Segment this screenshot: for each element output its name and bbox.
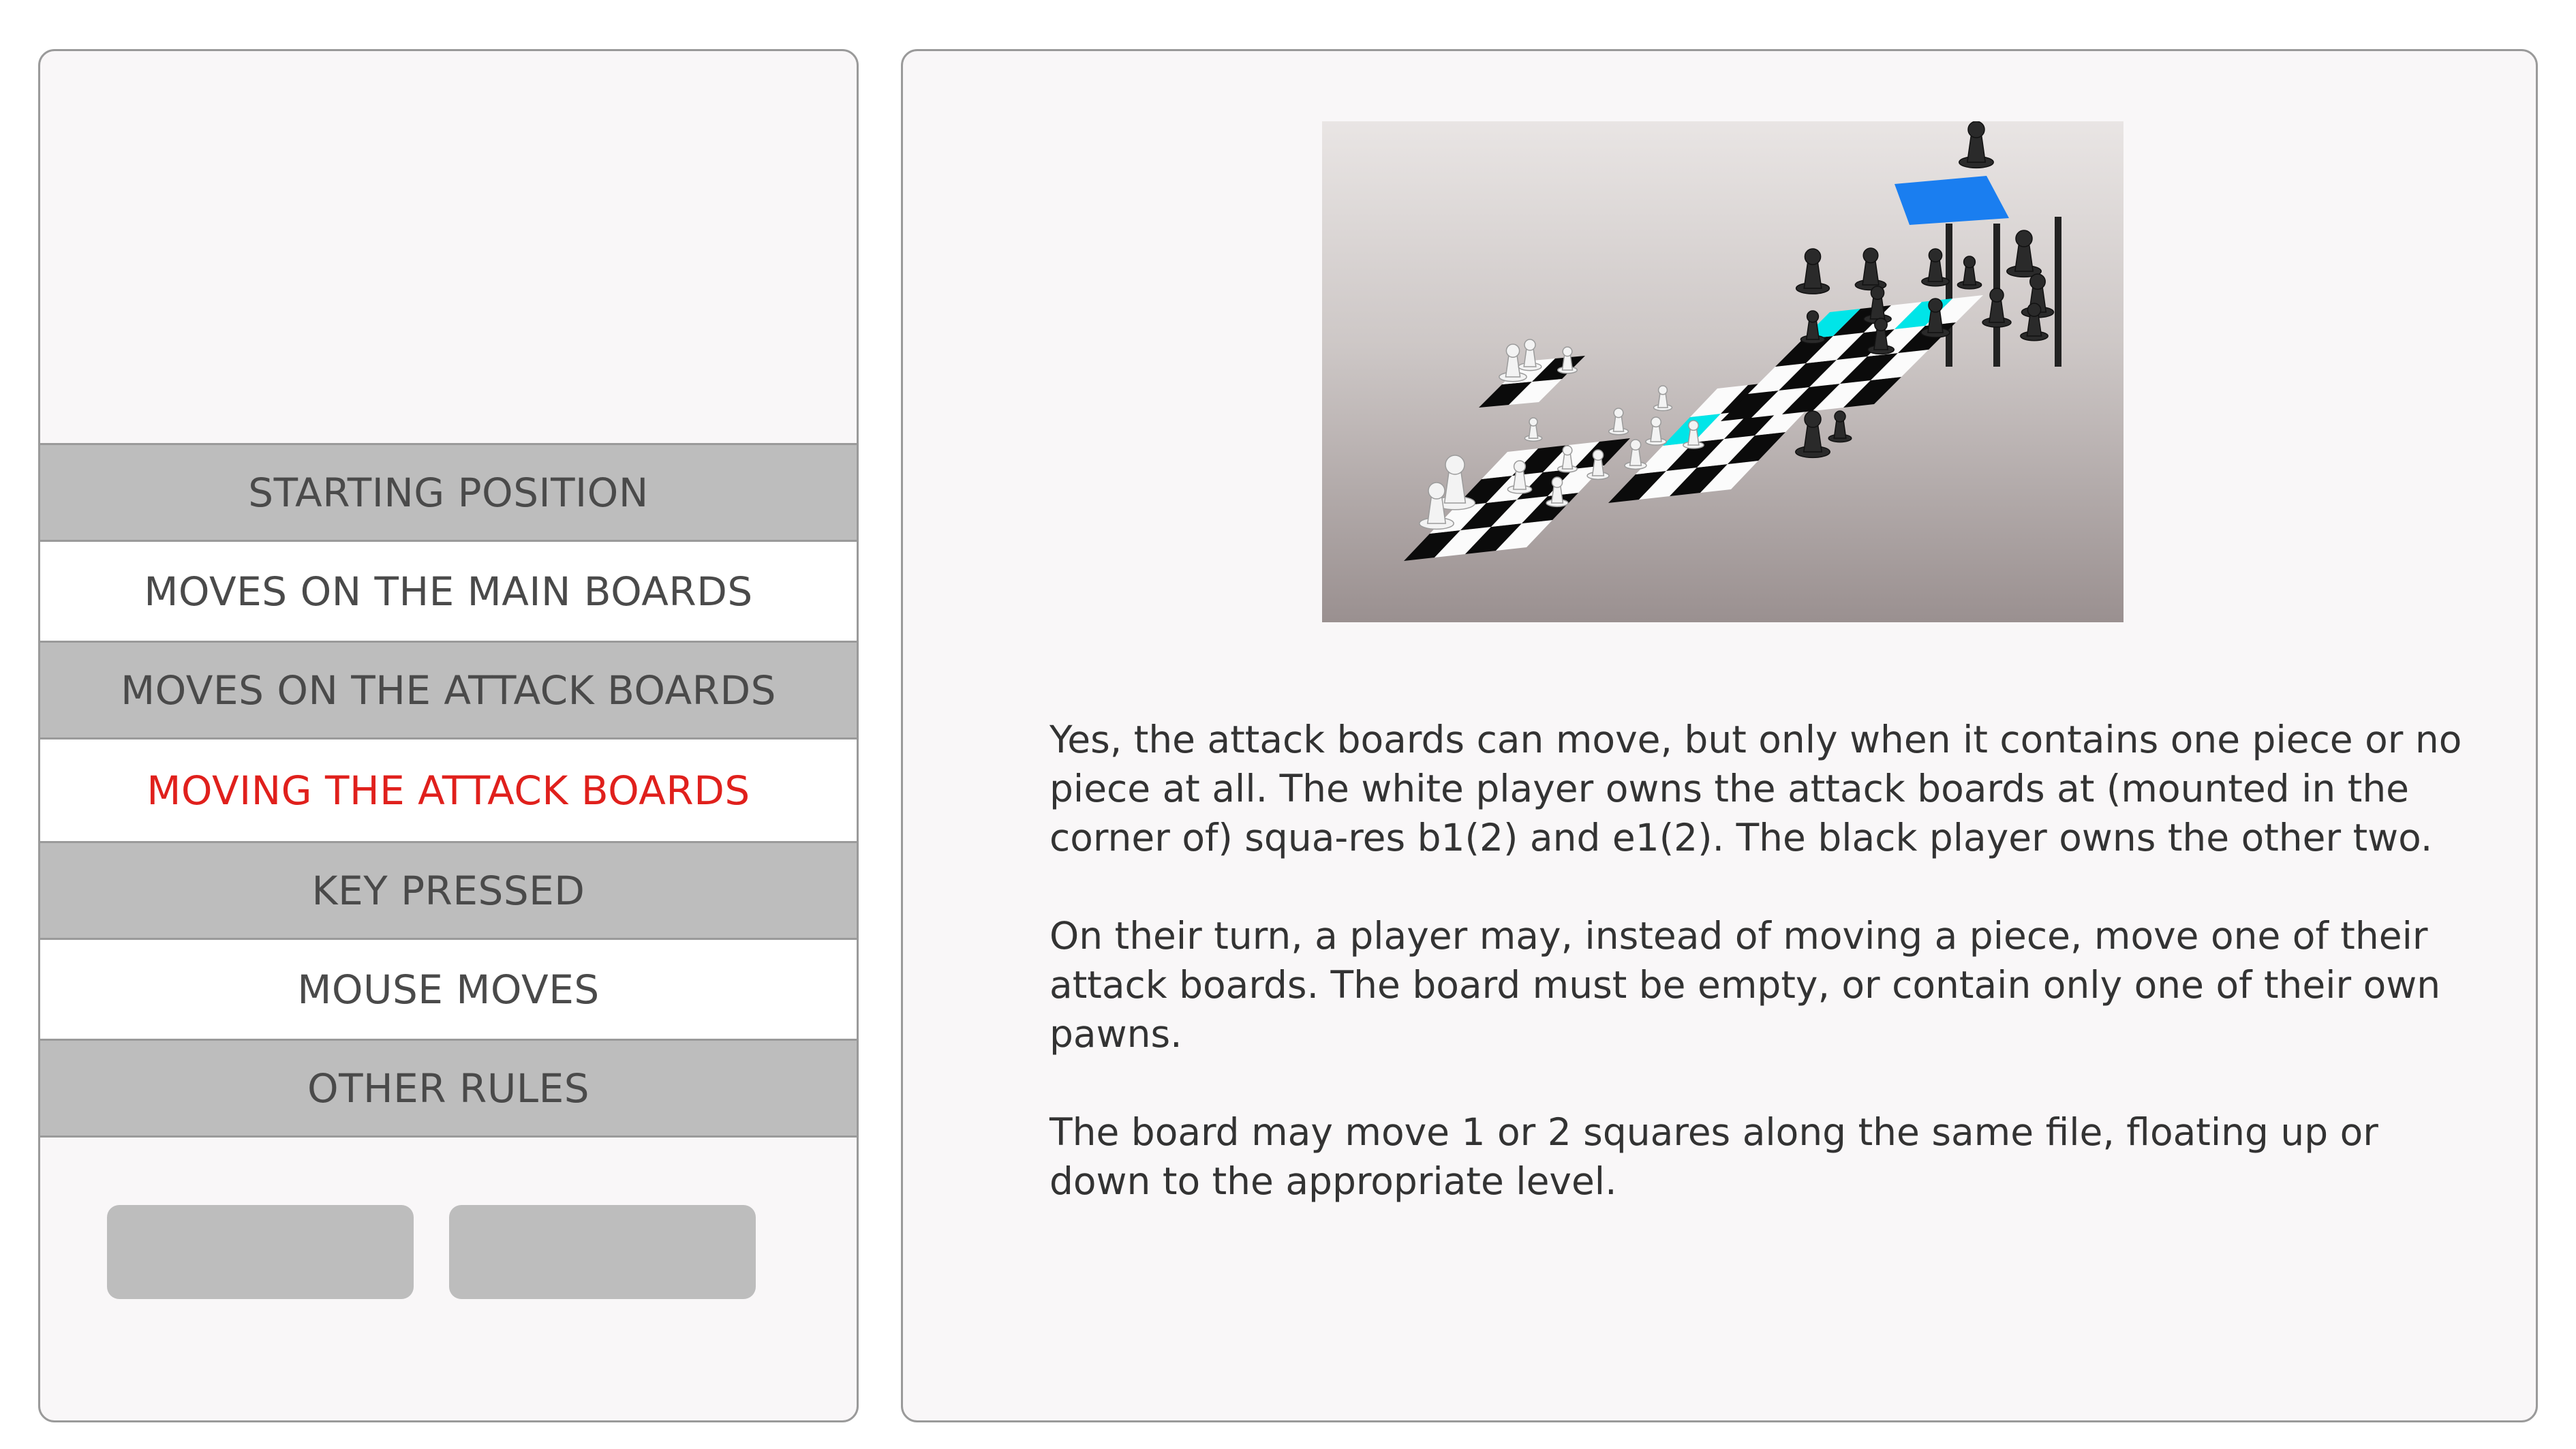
rules-paragraph: On their turn, a player may, instead of … [1049,914,2441,1056]
menu-item-label: KEY PRESSED [311,867,585,914]
menu-item-mouse-moves[interactable]: MOUSE MOVES [40,938,857,1039]
menu-divider [40,1135,857,1138]
menu-item-label: OTHER RULES [307,1065,590,1112]
menu-item-moves-main-boards[interactable]: MOVES ON THE MAIN BOARDS [40,540,857,641]
chess-board-illustration [1322,121,2123,622]
menu-item-label: MOVES ON THE MAIN BOARDS [144,568,753,615]
navigation-panel: STARTING POSITION MOVES ON THE MAIN BOAR… [38,49,859,1422]
rules-paragraph: The board may move 1 or 2 squares along … [1049,1110,2378,1203]
menu-item-label: STARTING POSITION [248,469,649,516]
rules-paragraph: Yes, the attack boards can move, but onl… [1049,718,2462,859]
next-button[interactable] [449,1205,756,1299]
menu-item-moving-attack-boards[interactable]: MOVING THE ATTACK BOARDS [40,737,857,841]
menu-item-other-rules[interactable]: OTHER RULES [40,1039,857,1135]
menu-item-starting-position[interactable]: STARTING POSITION [40,443,857,540]
menu-item-key-pressed[interactable]: KEY PRESSED [40,841,857,938]
content-panel: Yes, the attack boards can move, but onl… [901,49,2538,1422]
rules-text: Yes, the attack boards can move, but onl… [1049,715,2487,1255]
menu-item-moves-attack-boards[interactable]: MOVES ON THE ATTACK BOARDS [40,641,857,737]
menu-item-label: MOVES ON THE ATTACK BOARDS [121,667,776,714]
menu-item-label: MOUSE MOVES [297,966,600,1013]
previous-button[interactable] [107,1205,414,1299]
menu-item-label: MOVING THE ATTACK BOARDS [147,767,750,814]
